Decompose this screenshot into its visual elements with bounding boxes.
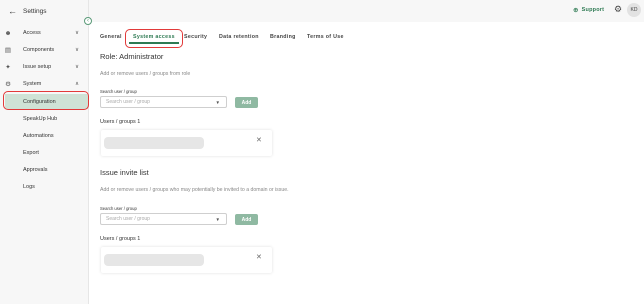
sidebar-subitem-label: Configuration xyxy=(23,98,56,105)
role-description: Add or remove users / groups from role xyxy=(100,71,191,77)
gear-icon[interactable]: ⚙ xyxy=(614,5,622,14)
chevron-down-icon: ∨ xyxy=(75,64,80,70)
user-chip xyxy=(104,137,204,149)
tab-system-access[interactable]: System access xyxy=(133,34,175,40)
chevron-left-icon: ‹ xyxy=(87,18,89,24)
tab-data-retention[interactable]: Data retention xyxy=(219,34,259,40)
invite-add-button[interactable]: Add xyxy=(235,214,258,225)
sidebar-subitem-export[interactable]: Export xyxy=(5,145,88,160)
invite-description: Add or remove users / groups who may pot… xyxy=(100,187,289,193)
role-add-button[interactable]: Add xyxy=(235,97,258,108)
gear-icon: ⚙ xyxy=(5,81,11,88)
chevron-down-icon: ∨ xyxy=(75,30,80,36)
help-circle-icon: ⊕ xyxy=(573,7,579,14)
sidebar-subitem-automations[interactable]: Automations xyxy=(5,128,88,143)
chevron-down-icon: ∨ xyxy=(75,47,80,53)
sidebar-item-label: Issue setup xyxy=(23,64,52,70)
sidebar-subitem-configuration[interactable]: Configuration xyxy=(5,94,88,109)
invite-count-label: Users / groups 1 xyxy=(100,236,141,242)
role-search-placeholder: Search user / group xyxy=(106,99,150,105)
arrow-left-icon[interactable]: ← xyxy=(8,6,17,16)
sidebar-item-components[interactable]: ▤ Components ∨ xyxy=(0,43,89,57)
role-count-label: Users / groups 1 xyxy=(100,119,141,125)
sidebar-subitem-speakup-hub[interactable]: SpeakUp Hub xyxy=(5,111,88,126)
role-search-select[interactable]: Search user / group ▼ xyxy=(100,96,227,108)
sidebar-subitem-label: Logs xyxy=(23,183,35,190)
invite-search-label: Search user / group xyxy=(100,206,137,211)
role-user-card: ✕ xyxy=(101,130,272,156)
support-label: Support xyxy=(581,7,605,13)
wrench-icon: ✦ xyxy=(5,64,11,71)
active-tab-underline xyxy=(129,42,179,44)
sidebar-subitem-label: Automations xyxy=(23,132,54,139)
sidebar-subitem-label: Approvals xyxy=(23,166,48,173)
sidebar-item-label: Access xyxy=(23,30,41,36)
collapse-sidebar-button[interactable]: ‹ xyxy=(84,17,92,25)
users-icon: ☻ xyxy=(4,29,12,37)
chevron-up-icon: ∧ xyxy=(75,81,80,87)
caret-down-icon: ▼ xyxy=(215,99,220,105)
sidebar-subitem-logs[interactable]: Logs xyxy=(5,179,88,194)
top-bar xyxy=(89,0,644,22)
tab-security[interactable]: Security xyxy=(184,34,207,40)
invite-heading: Issue invite list xyxy=(100,168,149,177)
support-link[interactable]: ⊕ Support xyxy=(573,6,604,14)
sidebar-item-issue-setup[interactable]: ✦ Issue setup ∨ xyxy=(0,60,89,74)
sidebar-item-label: Components xyxy=(23,47,55,53)
settings-header: ← Settings xyxy=(0,0,88,22)
sidebar-item-system[interactable]: ⚙ System ∧ xyxy=(0,77,89,91)
sidebar-item-access[interactable]: ☻ Access ∨ xyxy=(0,26,89,40)
avatar[interactable]: KD xyxy=(627,3,641,17)
database-icon: ▤ xyxy=(4,47,12,54)
caret-down-icon: ▼ xyxy=(215,216,220,222)
close-icon[interactable]: ✕ xyxy=(256,137,262,144)
invite-search-select[interactable]: Search user / group ▼ xyxy=(100,213,227,225)
sidebar: ← Settings ☻ Access ∨ ▤ Components ∨ ✦ I… xyxy=(0,0,89,304)
role-search-label: Search user / group xyxy=(100,89,137,94)
main-content: General System access Security Data rete… xyxy=(89,22,644,304)
sidebar-subitem-label: SpeakUp Hub xyxy=(23,115,58,122)
close-icon[interactable]: ✕ xyxy=(256,254,262,261)
settings-title: Settings xyxy=(23,7,47,15)
invite-user-card: ✕ xyxy=(101,247,272,273)
tab-branding[interactable]: Branding xyxy=(270,34,296,40)
tab-terms-of-use[interactable]: Terms of Use xyxy=(307,34,344,40)
role-heading: Role: Administrator xyxy=(100,52,164,61)
sidebar-item-label: System xyxy=(23,81,42,87)
user-chip xyxy=(104,254,204,266)
sidebar-subitem-approvals[interactable]: Approvals xyxy=(5,162,88,177)
sidebar-subitem-label: Export xyxy=(23,149,39,156)
tab-general[interactable]: General xyxy=(100,34,122,40)
invite-search-placeholder: Search user / group xyxy=(106,216,150,222)
